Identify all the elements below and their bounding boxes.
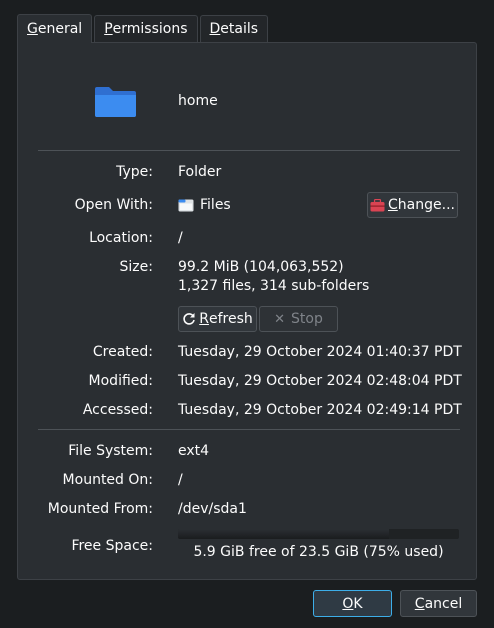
tab-details[interactable]: Details	[199, 15, 269, 42]
tab-general-label: eneral	[37, 21, 83, 37]
change-button-mnemonic: C	[388, 197, 398, 213]
cancel-button[interactable]: Cancel	[400, 590, 477, 617]
open-with-app: Files	[200, 197, 231, 213]
file-name: home	[178, 93, 218, 109]
modified-value: Tuesday, 29 October 2024 02:48:04 PDT	[178, 373, 462, 389]
created-label: Created:	[92, 344, 153, 360]
refresh-button-mnemonic: R	[199, 311, 209, 327]
file-manager-icon	[178, 199, 194, 212]
stop-icon: ✕	[274, 311, 286, 327]
tab-details-label: etails	[220, 21, 259, 37]
refresh-button-label: efresh	[208, 311, 253, 327]
tab-permissions[interactable]: Permissions	[94, 15, 198, 42]
mounted-on-value: /	[178, 472, 183, 488]
size-label: Size:	[119, 259, 153, 275]
tab-permissions-label: ermissions	[112, 21, 188, 37]
general-panel: home Type: Folder Open With: Files Chang…	[17, 42, 477, 580]
open-with-label: Open With:	[74, 197, 153, 213]
location-label: Location:	[89, 230, 153, 246]
mounted-from-label: Mounted From:	[47, 501, 153, 517]
mounted-on-label: Mounted On:	[62, 472, 153, 488]
separator-bottom	[38, 429, 460, 430]
stop-button-label: Stop	[291, 311, 323, 327]
accessed-label: Accessed:	[82, 402, 153, 418]
cancel-button-label: ancel	[424, 595, 463, 612]
free-space-bar-fill	[178, 529, 389, 539]
location-value: /	[178, 230, 183, 246]
change-button-label: hange...	[397, 197, 455, 213]
tab-details-mnemonic: D	[209, 21, 221, 37]
tab-general-mnemonic: G	[27, 21, 38, 37]
folder-icon[interactable]	[94, 86, 137, 118]
toolbox-icon	[370, 198, 385, 211]
file-system-label: File System:	[68, 443, 153, 459]
free-space-label: Free Space:	[71, 538, 153, 554]
size-value: 99.2 MiB (104,063,552)	[178, 259, 344, 275]
free-space-bar	[178, 529, 459, 539]
type-label: Type:	[116, 164, 153, 180]
open-with-value: Files	[178, 196, 231, 214]
size-counts: 1,327 files, 314 sub-folders	[178, 278, 370, 294]
tab-permissions-mnemonic: P	[104, 21, 113, 37]
refresh-icon	[183, 313, 196, 325]
ok-button-label: K	[353, 595, 363, 612]
tab-bar: General Permissions Details	[17, 14, 270, 43]
free-space-text: 5.9 GiB free of 23.5 GiB (75% used)	[193, 544, 444, 560]
cancel-button-mnemonic: C	[414, 595, 425, 612]
mounted-from-value: /dev/sda1	[178, 501, 247, 517]
ok-button[interactable]: OK	[313, 590, 392, 617]
created-value: Tuesday, 29 October 2024 01:40:37 PDT	[178, 344, 462, 360]
accessed-value: Tuesday, 29 October 2024 02:49:14 PDT	[178, 402, 462, 418]
separator-top	[38, 150, 460, 151]
file-system-value: ext4	[178, 443, 210, 459]
stop-button[interactable]: ✕ Stop	[259, 306, 338, 332]
modified-label: Modified:	[88, 373, 153, 389]
tab-general[interactable]: General	[17, 14, 93, 43]
change-button[interactable]: Change...	[367, 192, 458, 218]
ok-button-mnemonic: O	[342, 595, 354, 612]
refresh-button[interactable]: Refresh	[178, 306, 257, 332]
type-value: Folder	[178, 164, 222, 180]
